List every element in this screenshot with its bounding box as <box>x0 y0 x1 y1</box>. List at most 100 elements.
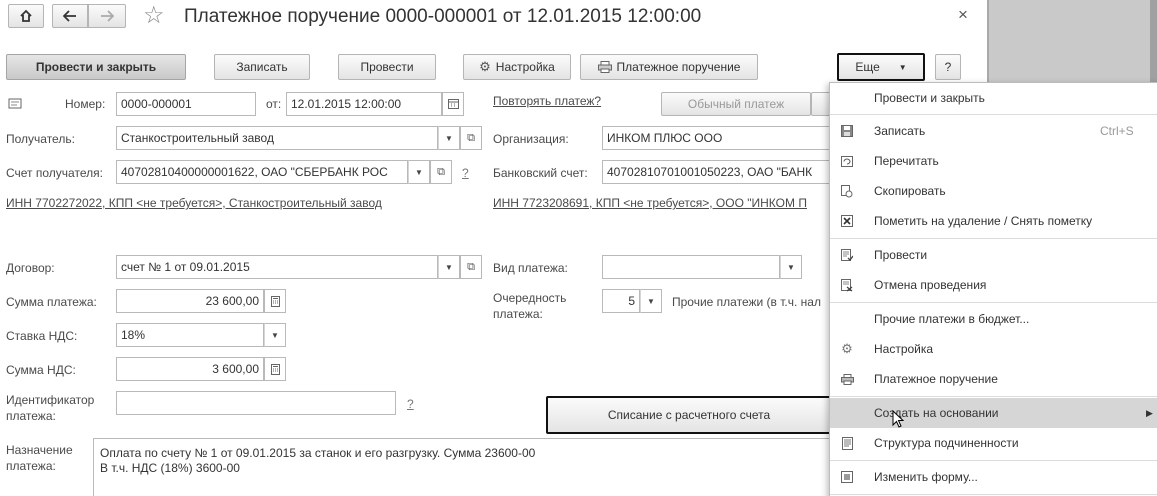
organization-inn-link[interactable]: ИНН 7723208691, КПП <не требуется>, ООО … <box>493 196 829 210</box>
open-icon: ⧉ <box>467 131 475 144</box>
save-button[interactable]: Записать <box>214 54 310 80</box>
menu-item-change-form[interactable]: Изменить форму... <box>830 462 1157 492</box>
amount-label: Сумма платежа: <box>6 295 97 309</box>
help-button[interactable]: ? <box>935 54 961 80</box>
vat-amount-label: Сумма НДС: <box>6 363 76 377</box>
open-icon: ⧉ <box>437 165 445 178</box>
recipient-open[interactable]: ⧉ <box>460 126 482 150</box>
recipient-account-open[interactable]: ⧉ <box>430 160 452 184</box>
purpose-line-2: В т.ч. НДС (18%) 3600-00 <box>100 461 240 475</box>
purpose-textarea[interactable]: Оплата по счету № 1 от 09.01.2015 за ста… <box>93 438 853 496</box>
more-button[interactable]: Еще ▼ <box>837 53 925 81</box>
vat-amount-calculator[interactable] <box>264 357 286 381</box>
menu-item-unpost[interactable]: Отмена проведения <box>830 270 1157 300</box>
identifier-field[interactable] <box>116 391 396 415</box>
regular-payment-button-edge[interactable] <box>811 92 831 116</box>
regular-payment-button[interactable]: Обычный платеж <box>661 92 811 116</box>
recipient-field[interactable]: Станкостроительный завод <box>116 126 438 150</box>
copy-icon <box>840 184 854 198</box>
payment-type-field[interactable] <box>602 255 780 279</box>
priority-description: Прочие платежи (в т.ч. нал <box>672 295 821 309</box>
amount-calculator[interactable] <box>264 289 286 313</box>
menu-separator <box>830 460 1157 461</box>
priority-label-2: платежа: <box>493 307 543 321</box>
star-icon[interactable]: ☆ <box>143 3 165 29</box>
menu-item-label: Платежное поручение <box>874 372 998 386</box>
gear-icon: ⚙ <box>479 59 491 74</box>
repeat-payment-link[interactable]: Повторять платеж? <box>493 94 601 108</box>
number-label: Номер: <box>65 97 106 111</box>
calculator-icon <box>270 363 280 375</box>
menu-item-subordination[interactable]: Структура подчиненности <box>830 428 1157 458</box>
payment-type-dropdown[interactable]: ▼ <box>780 255 802 279</box>
menu-item-budget-payments[interactable]: Прочие платежи в бюджет... <box>830 304 1157 334</box>
open-icon: ⧉ <box>467 260 475 273</box>
back-button[interactable] <box>52 4 88 28</box>
menu-item-create-based-on[interactable]: Создать на основании ▶ <box>830 398 1157 428</box>
menu-item-label: Изменить форму... <box>874 470 978 484</box>
form-icon <box>840 470 854 484</box>
chevron-down-icon: ▼ <box>415 167 423 177</box>
identifier-label-1: Идентификатор <box>6 393 95 407</box>
recipient-account-dropdown[interactable]: ▼ <box>408 160 430 184</box>
organization-field[interactable]: ИНКОМ ПЛЮС ООО <box>602 126 832 150</box>
vat-rate-label: Ставка НДС: <box>6 329 78 343</box>
recipient-account-label: Счет получателя: <box>6 166 103 180</box>
forward-button[interactable] <box>88 4 126 28</box>
priority-label-1: Очередность <box>493 291 567 305</box>
menu-item-post-and-close[interactable]: Провести и закрыть <box>830 83 1157 113</box>
bank-account-field[interactable]: 40702810701001050223, ОАО "БАНК <box>602 160 832 184</box>
contract-field[interactable]: счет № 1 от 09.01.2015 <box>116 255 438 279</box>
identifier-label-2: платежа: <box>6 409 56 423</box>
menu-separator <box>830 494 1157 495</box>
menu-item-mark-delete[interactable]: Пометить на удаление / Снять пометку <box>830 206 1157 236</box>
menu-item-reread[interactable]: Перечитать <box>830 146 1157 176</box>
recipient-account-field[interactable]: 40702810400000001622, ОАО "СБЕРБАНК РОС <box>116 160 408 184</box>
document-icon <box>8 98 22 109</box>
vat-rate-field[interactable]: 18% <box>116 323 264 347</box>
purpose-line-1: Оплата по счету № 1 от 09.01.2015 за ста… <box>100 446 536 460</box>
menu-item-settings[interactable]: ⚙ Настройка <box>830 334 1157 364</box>
recipient-inn-link[interactable]: ИНН 7702272022, КПП <не требуется>, Стан… <box>6 196 382 210</box>
vat-rate-dropdown[interactable]: ▼ <box>264 323 286 347</box>
contract-dropdown[interactable]: ▼ <box>438 255 460 279</box>
more-button-label: Еще <box>855 60 880 74</box>
menu-item-copy[interactable]: Скопировать <box>830 176 1157 206</box>
vat-amount-field[interactable]: 3 600,00 <box>116 357 264 381</box>
menu-item-label: Провести и закрыть <box>874 91 985 105</box>
priority-field[interactable]: 5 <box>602 289 640 313</box>
calendar-icon <box>447 99 459 109</box>
number-field[interactable]: 0000-000001 <box>116 92 256 116</box>
gear-icon: ⚙ <box>841 341 853 356</box>
menu-item-label: Пометить на удаление / Снять пометку <box>874 214 1093 228</box>
date-field[interactable]: 12.01.2015 12:00:00 <box>286 92 442 116</box>
menu-item-label: Скопировать <box>874 184 946 198</box>
contract-open[interactable]: ⧉ <box>460 255 482 279</box>
arrow-left-icon <box>63 10 76 22</box>
chevron-right-icon: ▶ <box>1146 407 1153 418</box>
menu-item-save[interactable]: Записать Ctrl+S <box>830 116 1157 146</box>
menu-separator <box>830 114 1157 115</box>
close-icon[interactable]: × <box>958 5 968 25</box>
calendar-button[interactable] <box>442 92 464 116</box>
menu-item-label: Провести <box>874 248 928 262</box>
post-and-close-button[interactable]: Провести и закрыть <box>6 54 186 80</box>
menu-item-post[interactable]: Провести <box>830 240 1157 270</box>
menu-item-shortcut: Ctrl+S <box>1100 124 1134 138</box>
print-button[interactable]: Платежное поручение <box>580 54 758 80</box>
identifier-help[interactable]: ? <box>407 397 414 411</box>
menu-item-label: Перечитать <box>874 154 939 168</box>
chevron-down-icon: ▼ <box>787 262 795 272</box>
post-button[interactable]: Провести <box>338 54 436 80</box>
recipient-account-help[interactable]: ? <box>462 166 469 180</box>
amount-field[interactable]: 23 600,00 <box>116 289 264 313</box>
priority-dropdown[interactable]: ▼ <box>640 289 662 313</box>
settings-button[interactable]: ⚙ Настройка <box>463 54 571 80</box>
home-button[interactable] <box>8 4 44 28</box>
bank-account-label: Банковский счет: <box>493 166 588 180</box>
chevron-down-icon: ▼ <box>898 62 907 72</box>
menu-item-print[interactable]: Платежное поручение <box>830 364 1157 394</box>
settings-button-label: Настройка <box>495 60 555 74</box>
recipient-dropdown[interactable]: ▼ <box>438 126 460 150</box>
writeoff-button[interactable]: Списание с расчетного счета <box>546 396 832 434</box>
